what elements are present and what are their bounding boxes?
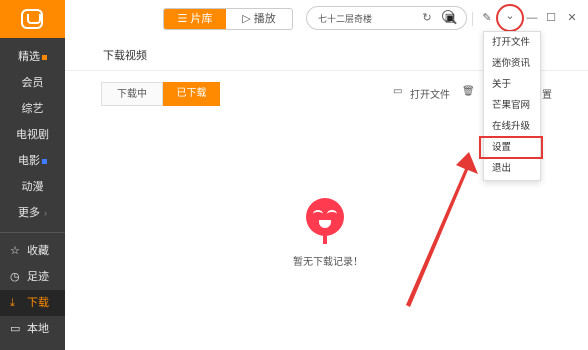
annotation-arrow bbox=[406, 152, 478, 307]
